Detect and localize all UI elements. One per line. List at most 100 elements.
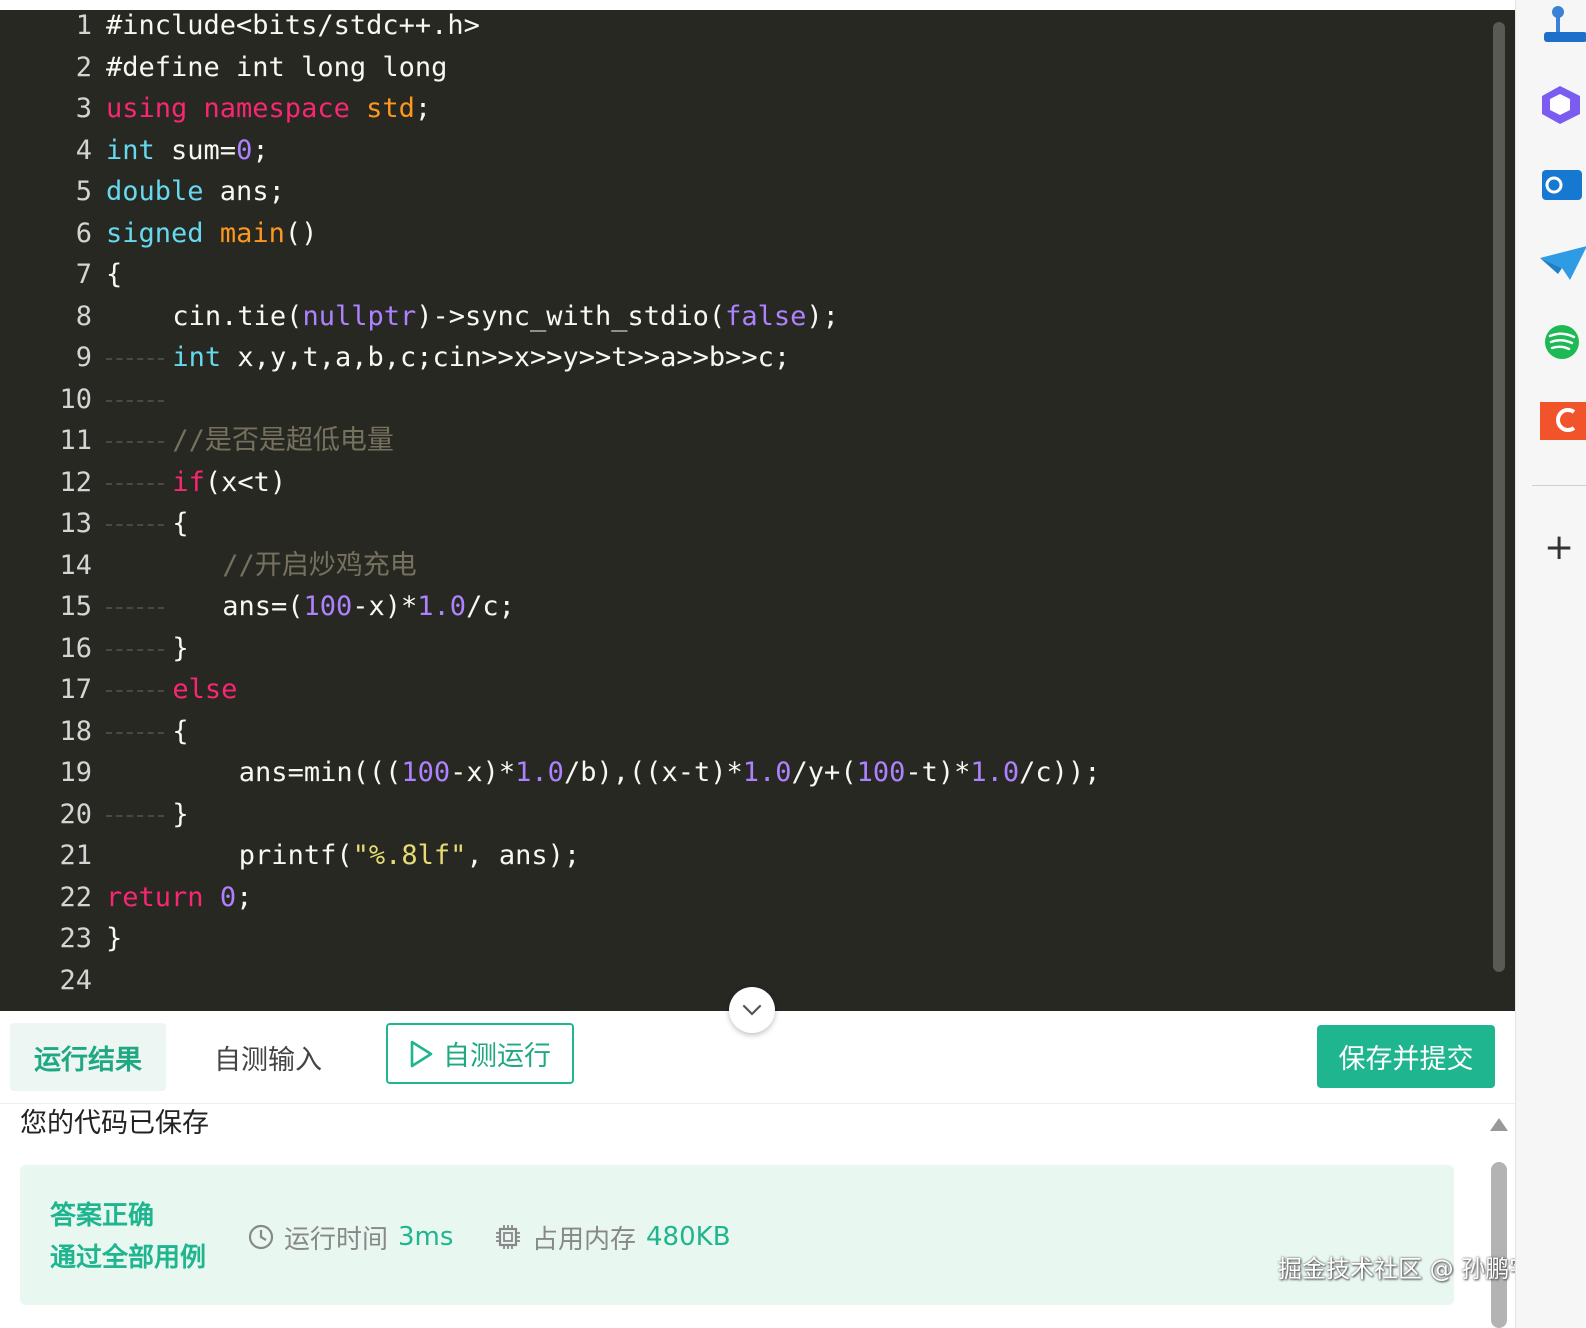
code-text: //开启炒鸡充电 (222, 545, 417, 587)
code-text: { (172, 503, 188, 545)
code-token: return (106, 881, 204, 913)
line-number: 7 (75, 259, 92, 290)
code-line[interactable]: 11 //是否是超低电量 (0, 420, 1500, 462)
save-and-submit-button[interactable]: 保存并提交 (1317, 1025, 1495, 1088)
code-line[interactable]: 15 ans=(100-x)*1.0/c; (0, 586, 1500, 628)
code-text: cin.tie(nullptr)->sync_with_stdio(false)… (172, 296, 839, 338)
code-token: //是否是超低电量 (172, 425, 394, 456)
code-token: ; (252, 134, 269, 166)
joystick-icon[interactable] (1540, 4, 1586, 44)
code-token: using namespace (106, 93, 367, 124)
verdict: 答案正确 通过全部用例 (50, 1195, 206, 1279)
code-token: { (172, 508, 189, 539)
code-token: 1.0 (515, 757, 564, 788)
code-line[interactable]: 2 #define int long long (0, 47, 1500, 89)
play-icon (410, 1040, 433, 1067)
line-number: 3 (75, 93, 92, 124)
outlook-icon[interactable] (1540, 164, 1586, 204)
tab-run-result[interactable]: 运行结果 (10, 1023, 166, 1091)
code-line[interactable]: 21 printf("%.8lf", ans); (0, 835, 1500, 877)
code-token: signed (106, 217, 204, 249)
code-line[interactable]: 3 using namespace std; (0, 88, 1500, 130)
orange-app-icon[interactable] (1540, 400, 1586, 440)
indent-guide (106, 441, 165, 444)
line-number: 6 (75, 217, 92, 249)
code-line[interactable]: 18 { (0, 711, 1500, 753)
code-token: , ans); (466, 840, 581, 871)
copilot-icon[interactable] (1540, 84, 1586, 124)
code-line[interactable]: 4 int sum=0; (0, 130, 1500, 172)
code-token: } (172, 632, 189, 664)
line-number: 24 (59, 964, 92, 996)
line-number: 2 (75, 51, 92, 83)
tab-run-result-label: 运行结果 (34, 1044, 142, 1076)
code-text: { (106, 254, 122, 296)
code-text: ans=min(((100-x)*1.0/b),((x-t)*1.0/y+(10… (239, 752, 1101, 794)
line-number: 5 (75, 176, 92, 207)
code-line[interactable]: 1 #include<bits/stdc++.h> (0, 10, 1500, 47)
add-icon[interactable]: + (1544, 528, 1574, 568)
code-text: { (172, 711, 188, 753)
code-line[interactable]: 23} (0, 918, 1500, 960)
code-line[interactable]: 9 int x,y,t,a,b,c;cin>>x>>y>>t>>a>>b>>c; (0, 337, 1500, 379)
code-text: double ans; (106, 171, 285, 213)
code-token: 100 (856, 757, 906, 788)
line-number: 8 (75, 300, 92, 332)
code-token: 1.0 (742, 757, 792, 788)
code-token: ; (236, 881, 253, 913)
verdict-status: 答案正确 (50, 1201, 155, 1231)
code-token: ; (414, 93, 432, 124)
indent-guide (106, 814, 165, 818)
code-line[interactable]: 12 if(x<t) (0, 462, 1500, 504)
run-time-value: 3ms (398, 1222, 454, 1252)
code-text: using namespace std; (106, 88, 431, 130)
saved-message: 您的代码已保存 (20, 1108, 209, 1139)
code-line[interactable]: 14 //开启炒鸡充电 (0, 545, 1500, 587)
tab-custom-input[interactable]: 自测输入 (190, 1023, 346, 1091)
code-token: 100 (401, 757, 451, 788)
code-token: /y+( (791, 757, 857, 788)
top-strip (0, 0, 1515, 10)
indent-guide (106, 607, 165, 610)
code-line[interactable]: 22 return 0; (0, 877, 1500, 919)
code-text: } (172, 628, 188, 670)
collapse-editor-button[interactable] (729, 987, 775, 1033)
code-line[interactable]: 6 signed main() (0, 213, 1500, 255)
code-line[interactable]: 13 { (0, 503, 1500, 545)
panel-scrollbar[interactable] (1491, 1162, 1507, 1328)
code-line[interactable]: 10 (0, 379, 1500, 421)
panel-scroll-up-arrow[interactable] (1490, 1118, 1508, 1131)
telegram-icon[interactable] (1540, 244, 1586, 284)
code-line[interactable]: 19 ans=min(((100-x)*1.0/b),((x-t)*1.0/y+(… (0, 752, 1500, 794)
code-line[interactable]: 5 double ans; (0, 171, 1500, 213)
code-token: 1.0 (417, 591, 467, 622)
line-number: 22 (59, 881, 92, 913)
code-token: int (172, 342, 222, 373)
self-test-run-button[interactable]: 自测运行 (386, 1023, 574, 1084)
line-number: 17 (59, 674, 92, 705)
save-and-submit-label: 保存并提交 (1338, 1044, 1474, 1075)
code-text: #define int long long (106, 47, 447, 89)
editor-scrollbar[interactable] (1493, 22, 1505, 972)
code-line[interactable]: 16} (0, 628, 1500, 670)
line-number: 13 (59, 508, 92, 539)
code-editor[interactable]: 1 #include<bits/stdc++.h> 2 #define int lon… (0, 10, 1515, 1011)
code-token: { (172, 715, 189, 747)
code-line[interactable]: 8 cin.tie(nullptr)->sync_with_stdio(false… (0, 296, 1500, 338)
memory-metric: 占用内存 480KB (494, 1217, 731, 1257)
code-text: } (106, 918, 122, 960)
line-number: 9 (75, 342, 92, 373)
verdict-detail: 通过全部用例 (50, 1243, 207, 1273)
code-token: -t)* (905, 757, 971, 788)
code-text: int sum=0; (106, 130, 269, 172)
code-line[interactable]: 17 else (0, 669, 1500, 711)
code-line[interactable]: 20} (0, 794, 1500, 836)
self-test-run-label: 自测运行 (443, 1041, 551, 1072)
code-line[interactable]: 7{ (0, 254, 1500, 296)
code-token: () (284, 217, 318, 249)
code-token: printf( (238, 840, 353, 871)
code-token: "%.8lf" (352, 840, 467, 871)
spotify-icon[interactable] (1540, 322, 1586, 362)
code-text: } (172, 794, 188, 836)
